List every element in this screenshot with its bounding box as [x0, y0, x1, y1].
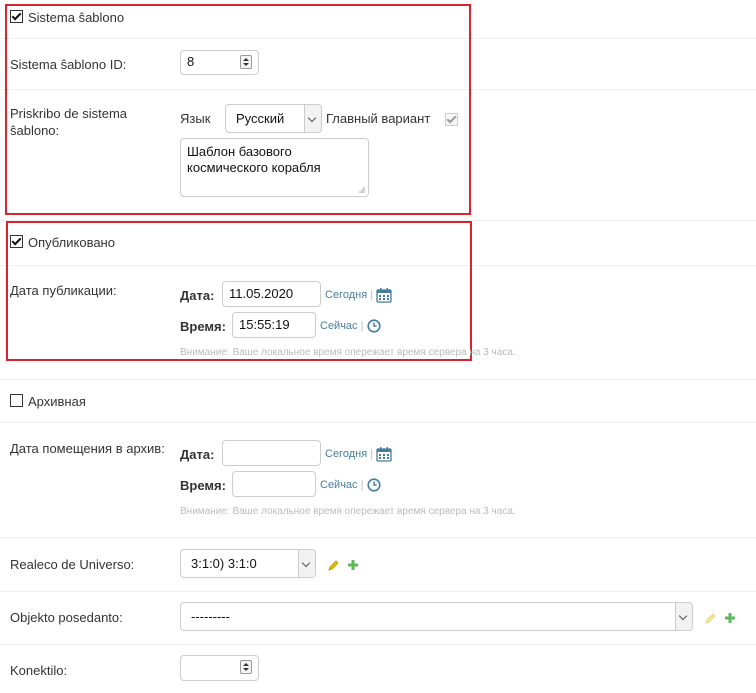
pub-time-label: Время:: [180, 319, 226, 334]
connector-label: Konektilo:: [10, 663, 68, 678]
main-variant-label: Главный вариант: [326, 111, 431, 126]
pub-now-link-label: Сейчас: [320, 320, 358, 332]
description-line2: космического корабля: [187, 160, 321, 175]
universe-select[interactable]: 3:1:0) 3:1:0: [180, 549, 316, 578]
universe-select-value: 3:1:0) 3:1:0: [191, 556, 257, 571]
owner-label: Objekto posedanto:: [10, 610, 123, 625]
system-template-id-value: 8: [187, 54, 195, 69]
pencil-icon[interactable]: [327, 559, 340, 572]
clock-icon[interactable]: [367, 319, 381, 333]
pencil-icon: [705, 613, 716, 624]
chevron-down-icon: [298, 550, 315, 577]
pub-date-label: Дата:: [180, 288, 215, 303]
number-spinner-icon[interactable]: [240, 55, 252, 69]
pub-time-value: 15:55:19: [239, 317, 290, 332]
archive-now-link-label: Сейчас: [320, 479, 358, 491]
owner-select[interactable]: ---------: [180, 602, 693, 631]
archive-time-input[interactable]: [232, 471, 316, 497]
publication-date-label: Дата публикации:: [10, 283, 117, 298]
system-template-id-input[interactable]: 8: [180, 50, 259, 75]
language-select-value: Русский: [236, 111, 285, 126]
resize-grip-icon[interactable]: [357, 185, 365, 193]
description-line1: Шаблон базового: [187, 144, 292, 159]
calendar-icon[interactable]: [376, 446, 392, 462]
archive-time-field-label: Время:: [180, 478, 226, 493]
pub-now-link[interactable]: Сейчас |: [320, 320, 363, 332]
connector-input[interactable]: [180, 655, 259, 681]
published-label: Опубликовано: [28, 235, 115, 250]
language-select[interactable]: Русский: [225, 104, 322, 133]
pub-date-input[interactable]: 11.05.2020: [222, 281, 321, 307]
main-variant-checkbox: [445, 113, 458, 126]
system-template-label: Sistema ŝablono: [28, 10, 125, 25]
chevron-down-icon: [304, 105, 321, 132]
archive-now-link[interactable]: Сейчас |: [320, 479, 363, 491]
number-spinner-icon[interactable]: [240, 660, 252, 674]
system-template-id-label: Sistema ŝablono ID:: [10, 57, 127, 72]
clock-icon[interactable]: [367, 478, 381, 492]
pub-time-input[interactable]: 15:55:19: [232, 312, 316, 338]
archive-date-field-label: Дата:: [180, 447, 215, 462]
archive-date-label: Дата помещения в архив:: [10, 441, 165, 456]
archive-timezone-note: Внимание: Ваше локальное время опережает…: [180, 506, 516, 517]
archive-today-link[interactable]: Сегодня |: [325, 448, 373, 460]
add-icon[interactable]: [724, 612, 736, 624]
pub-today-link[interactable]: Сегодня |: [325, 289, 373, 301]
description-label-line1: Priskribo de sistema: [10, 106, 128, 121]
description-label-line2: ŝablono:: [10, 123, 60, 138]
system-template-checkbox[interactable]: [10, 10, 23, 23]
chevron-down-icon: [675, 603, 692, 630]
language-label: Язык: [180, 111, 211, 126]
archived-checkbox[interactable]: [10, 394, 23, 407]
archive-date-input[interactable]: [222, 440, 321, 466]
pub-date-value: 11.05.2020: [229, 286, 294, 301]
pub-timezone-note: Внимание: Ваше локальное время опережает…: [180, 347, 516, 358]
universe-label: Realeco de Universo:: [10, 557, 135, 572]
pub-today-link-label: Сегодня: [325, 289, 368, 301]
published-checkbox[interactable]: [10, 235, 23, 248]
archive-today-link-label: Сегодня: [325, 448, 368, 460]
calendar-icon[interactable]: [376, 287, 392, 303]
owner-select-value: ---------: [191, 609, 230, 624]
archived-label: Архивная: [28, 394, 86, 409]
add-icon[interactable]: [347, 559, 359, 571]
description-textarea[interactable]: Шаблон базового космического корабля: [180, 138, 369, 197]
